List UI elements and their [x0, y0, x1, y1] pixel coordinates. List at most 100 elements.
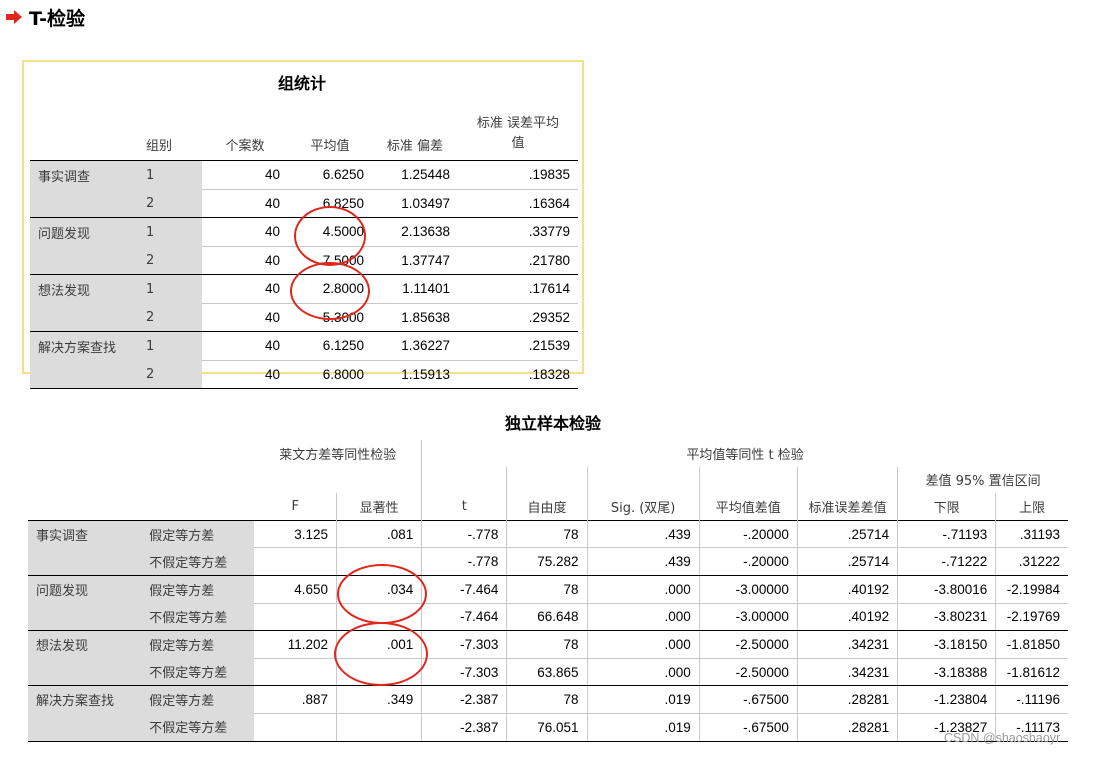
table-header-row: 组别 个案数 平均值 标准 偏差 标准 误差平均 值 [30, 102, 578, 161]
cell-mean: 6.8000 [288, 360, 372, 389]
column-header: 平均值 [310, 139, 350, 154]
row-label [30, 360, 138, 389]
cell-sed: .28281 [796, 713, 898, 742]
column-header: 组别 [146, 139, 173, 154]
row-label: 解决方案查找 [30, 331, 138, 360]
column-header: t [421, 493, 507, 521]
row-label: 想法发现 [30, 274, 138, 303]
arrow-right-icon [6, 10, 22, 24]
row-label [30, 246, 138, 275]
cell-df: 75.282 [506, 547, 588, 576]
cell-F [254, 547, 337, 576]
cell-df: 78 [506, 685, 588, 714]
annotation-circle [334, 622, 428, 686]
annotation-circle [290, 262, 370, 320]
cell-sed: .40192 [796, 603, 898, 632]
table-row: 2 40 6.8000 1.15913.18328 [30, 360, 578, 389]
cell-group: 2 [138, 360, 202, 389]
table-row: 解决方案查找 假定等方差 .887.349 -2.387 78.019 -.67500.2… [28, 685, 1068, 714]
row-label [28, 547, 142, 576]
column-header: 标准 误差平均 值 [476, 116, 560, 151]
cell-group: 2 [138, 189, 202, 218]
independent-test-caption: 独立样本检验 [504, 414, 601, 433]
table-header-row: 差值 95% 置信区间 [28, 466, 1068, 494]
cell-se: .29352 [458, 303, 578, 332]
cell-sd: 1.85638 [372, 303, 458, 332]
cell-group: 1 [138, 274, 202, 303]
cell-sed: .34231 [796, 630, 898, 659]
annotation-circle [294, 206, 366, 266]
cell-p: .439 [586, 519, 700, 549]
cell-sed: .34231 [796, 658, 898, 687]
row-label [28, 658, 142, 687]
cell-F [254, 713, 337, 742]
cell-F: 3.125 [254, 519, 337, 549]
cell-se: .16364 [458, 189, 578, 218]
cell-hi: -2.19769 [995, 603, 1068, 632]
cell-sig [336, 713, 422, 742]
row-label [30, 303, 138, 332]
table-row: 不假定等方差 -7.303 63.865.000 -2.50000.34231 -3.1… [28, 658, 1068, 687]
cell-group: 2 [138, 246, 202, 275]
cell-group: 1 [138, 160, 202, 189]
cell-group: 2 [138, 303, 202, 332]
cell-lo: -3.80016 [897, 575, 996, 604]
page-title: T-检验 [29, 8, 86, 30]
cell-se: .17614 [458, 274, 578, 304]
assumption-label: 假定等方差 [141, 685, 255, 714]
cell-df: 63.865 [506, 658, 588, 687]
row-label: 想法发现 [28, 630, 142, 659]
cell-md: -2.50000 [698, 630, 798, 659]
cell-lo: -1.23804 [897, 685, 996, 714]
column-header: 平均值差值 [698, 493, 798, 521]
cell-sig: .081 [336, 519, 422, 549]
cell-se: .21780 [458, 246, 578, 275]
assumption-label: 不假定等方差 [141, 603, 255, 632]
assumption-label: 不假定等方差 [141, 713, 255, 742]
cell-t: -.778 [421, 547, 507, 576]
cell-df: 66.648 [506, 603, 588, 632]
assumption-label: 假定等方差 [141, 575, 255, 604]
cell-sed: .28281 [796, 685, 898, 714]
cell-n: 40 [202, 331, 288, 361]
cell-se: .19835 [458, 160, 578, 190]
column-header: F [291, 498, 299, 514]
cell-lo: -3.18388 [897, 658, 996, 687]
cell-df: 78 [506, 519, 588, 549]
cell-F: 11.202 [254, 630, 337, 659]
cell-n: 40 [202, 360, 288, 389]
independent-test-body: 事实调查 假定等方差 3.125.081 -.778 78.439 -.20000.257… [28, 519, 1068, 742]
cell-lo: -.71222 [897, 547, 996, 576]
cell-hi: -.11196 [995, 685, 1068, 714]
column-header: 显著性 [336, 493, 422, 521]
cell-sd: 1.25448 [372, 160, 458, 190]
cell-t: -.778 [421, 519, 507, 549]
cell-p: .000 [586, 575, 700, 604]
cell-lo: -3.80231 [897, 603, 996, 632]
row-label: 事实调查 [30, 160, 138, 189]
cell-sd: 1.03497 [372, 189, 458, 218]
cell-se: .21539 [458, 331, 578, 361]
table-row: 不假定等方差 -2.387 76.051.019 -.67500.28281 -1.23… [28, 713, 1068, 742]
cell-sd: 1.11401 [372, 274, 458, 304]
cell-n: 40 [202, 303, 288, 332]
cell-lo: -3.18150 [897, 630, 996, 659]
cell-F [254, 658, 337, 687]
cell-n: 40 [202, 160, 288, 190]
column-header: Sig. (双尾) [586, 493, 700, 521]
row-label [28, 713, 142, 742]
cell-df: 78 [506, 630, 588, 659]
cell-F: 4.650 [254, 575, 337, 604]
cell-t: -7.464 [421, 575, 507, 604]
cell-mean: 6.6250 [288, 160, 372, 190]
assumption-label: 不假定等方差 [141, 658, 255, 687]
cell-md: -3.00000 [698, 575, 798, 604]
table-row: 想法发现 假定等方差 11.202.001 -7.303 78.000 -2.50000.… [28, 630, 1068, 659]
column-header: 上限 [995, 493, 1068, 521]
row-label [30, 189, 138, 218]
table-row: 解决方案查找 1 40 6.1250 1.36227.21539 [30, 331, 578, 361]
cell-mean: 6.1250 [288, 331, 372, 361]
table-row: 问题发现 假定等方差 4.650.034 -7.464 78.000 -3.00000.4… [28, 575, 1068, 604]
assumption-label: 假定等方差 [141, 630, 255, 659]
cell-hi: -1.81612 [995, 658, 1068, 687]
